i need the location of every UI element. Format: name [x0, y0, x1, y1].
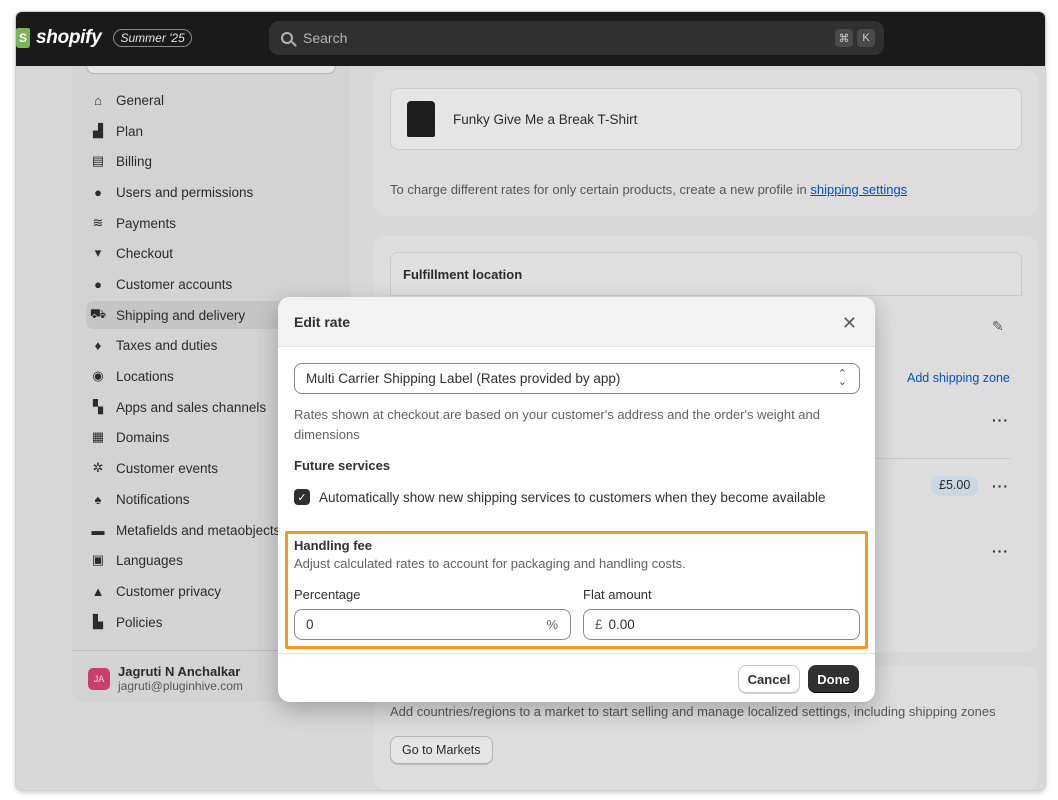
select-caret-icon: ⌃ ⌄ [837, 368, 847, 388]
future-services-label: Automatically show new shipping services… [319, 489, 826, 505]
shipping-service-select[interactable]: Multi Carrier Shipping Label (Rates prov… [294, 363, 860, 394]
select-value: Multi Carrier Shipping Label (Rates prov… [306, 371, 621, 386]
rates-help-text: Rates shown at checkout are based on you… [294, 407, 820, 442]
shopify-logo[interactable]: S shopify Summer '25 [16, 27, 192, 49]
percent-suffix: % [546, 617, 558, 632]
modal-title: Edit rate [294, 313, 351, 330]
shopify-bag-icon: S [16, 28, 30, 48]
app-window: S shopify Summer '25 Search ⌘ K ⌂ General… [16, 12, 1045, 790]
checkbox-checked-icon[interactable]: ✓ [294, 489, 310, 505]
flat-amount-input[interactable]: £ 0.00 [583, 609, 860, 640]
modal-header: Edit rate [278, 297, 875, 347]
currency-prefix: £ [595, 617, 603, 632]
search-bar[interactable]: Search ⌘ K [269, 21, 884, 55]
top-bar: S shopify Summer '25 Search ⌘ K [16, 12, 1045, 66]
flat-amount-value: 0.00 [608, 617, 635, 632]
brand-name: shopify [36, 27, 102, 48]
percentage-label: Percentage [294, 587, 361, 602]
future-services-option[interactable]: ✓ Automatically show new shipping servic… [294, 489, 826, 505]
edition-badge[interactable]: Summer '25 [113, 29, 192, 47]
future-services-heading: Future services [294, 458, 391, 473]
percentage-value: 0 [306, 617, 314, 632]
flat-amount-label: Flat amount [583, 587, 652, 602]
handling-fee-description: Adjust calculated rates to account for p… [294, 556, 686, 571]
cancel-button[interactable]: Cancel [738, 665, 800, 693]
modal-footer: Cancel Done [278, 653, 875, 702]
edit-rate-modal: Edit rate ✕ Multi Carrier Shipping Label… [278, 297, 875, 702]
close-icon[interactable]: ✕ [842, 313, 857, 334]
command-key: ⌘ [835, 29, 853, 47]
done-button[interactable]: Done [808, 665, 859, 693]
search-icon [281, 32, 293, 44]
k-key: K [857, 29, 875, 47]
search-placeholder: Search [303, 30, 348, 46]
percentage-input[interactable]: 0 % [294, 609, 571, 640]
handling-fee-heading: Handling fee [294, 538, 373, 553]
